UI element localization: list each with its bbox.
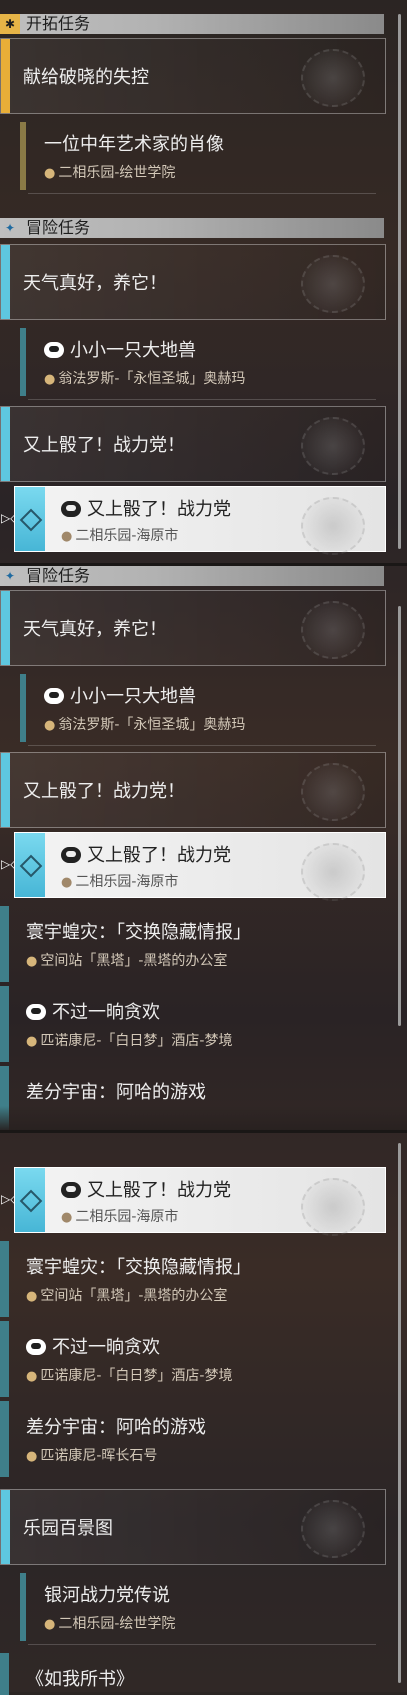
quest-emblem-icon — [301, 255, 365, 313]
trailblaze-icon: ✱ — [0, 14, 20, 34]
location-pin-icon: ● — [61, 1210, 73, 1225]
diamond-icon — [19, 508, 43, 532]
mask-icon — [61, 501, 81, 517]
location-pin-icon: ● — [44, 718, 56, 733]
quest-group-header[interactable]: 天气真好，养它！ — [0, 590, 386, 666]
location-pin-icon: ● — [61, 875, 73, 890]
quest-item[interactable]: 不过一晌贪欢 ● 匹诺康尼-「白日梦」酒店-梦境 — [0, 986, 384, 1062]
quest-group-header[interactable]: 乐园百景图 — [0, 1489, 386, 1565]
quest-emblem-icon — [301, 497, 365, 555]
mask-icon — [61, 847, 81, 863]
location-pin-icon: ● — [44, 372, 56, 387]
mask-icon — [44, 342, 64, 358]
quest-list-panel-1: ✱ 开拓任务 献给破晓的失控 一位中年艺术家的肖像 ● 二相乐园-绘世学院 ✦ 冒… — [0, 0, 407, 560]
location-pin-icon: ● — [26, 1449, 38, 1464]
location-pin-icon: ● — [26, 1289, 38, 1304]
quest-item[interactable]: 不过一晌贪欢 ● 匹诺康尼-「白日梦」酒店-梦境 — [0, 1321, 384, 1397]
scrollbar[interactable] — [398, 14, 401, 549]
quest-group-header[interactable]: 又上骰了！战力党！ — [0, 406, 386, 482]
location-pin-icon: ● — [44, 166, 56, 181]
quest-emblem-icon — [301, 601, 365, 659]
quest-item-selected[interactable]: ▷◇ 又上骰了！战力党 ● 二相乐园-海原市 — [1, 832, 386, 901]
scrollbar[interactable] — [398, 606, 401, 1026]
mask-icon — [26, 1004, 46, 1020]
location-pin-icon: ● — [26, 954, 38, 969]
quest-list-panel-3: ▷◇ 又上骰了！战力党 ● 二相乐园-海原市 寰宇蝗灾：「交换隐藏情报」 ● 空间站… — [0, 1130, 407, 1695]
diamond-icon — [19, 1189, 43, 1213]
quest-item-selected[interactable]: ▷◇ 又上骰了！战力党 ● 二相乐园-海原市 — [1, 1167, 386, 1236]
quest-group-header[interactable]: 天气真好，养它！ — [0, 244, 386, 320]
quest-group-header[interactable]: 又上骰了！战力党！ — [0, 752, 386, 828]
quest-emblem-icon — [301, 763, 365, 821]
quest-list-panel-2: ✦ 冒险任务 天气真好，养它！ 小小一只大地兽 ● 翁法罗斯-「永恒圣城」奥赫玛 … — [0, 563, 407, 1133]
location-pin-icon: ● — [26, 1034, 38, 1049]
mask-icon — [26, 1339, 46, 1355]
quest-color-bar — [1, 39, 10, 113]
adventure-icon: ✦ — [4, 221, 16, 235]
location-pin-icon: ● — [44, 1617, 56, 1632]
quest-item[interactable]: 银河战力党传说 ● 二相乐园-绘世学院 — [0, 1569, 384, 1645]
quest-emblem-icon — [301, 1178, 365, 1236]
quest-item[interactable]: 一位中年艺术家的肖像 ● 二相乐园-绘世学院 — [0, 118, 384, 194]
quest-emblem-icon — [301, 417, 365, 475]
diamond-icon — [19, 854, 43, 878]
mask-icon — [44, 688, 64, 704]
location-pin-icon: ● — [26, 1369, 38, 1384]
section-header-adventure: ✦ 冒险任务 — [0, 218, 384, 238]
quest-item[interactable]: 差分宇宙：阿哈的游戏 ● 匹诺康尼-晖长石号 — [0, 1401, 384, 1477]
quest-emblem-icon — [301, 843, 365, 901]
mask-icon — [61, 1182, 81, 1198]
scrollbar[interactable] — [398, 1143, 401, 1683]
section-header-adventure: ✦ 冒险任务 — [0, 566, 384, 586]
quest-item[interactable]: 寰宇蝗灾：「交换隐藏情报」 ● 空间站「黑塔」-黑塔的办公室 — [0, 1241, 384, 1317]
section-header-trailblaze: ✱ 开拓任务 — [0, 14, 384, 34]
quest-item[interactable]: 寰宇蝗灾：「交换隐藏情报」 ● 空间站「黑塔」-黑塔的办公室 — [0, 906, 384, 982]
quest-group-trailblaze[interactable]: 献给破晓的失控 — [0, 38, 386, 114]
quest-item[interactable]: 《如我所书》 — [0, 1653, 384, 1695]
adventure-icon: ✦ — [4, 569, 16, 583]
quest-item-selected[interactable]: ▷◇ 又上骰了！战力党 ● 二相乐园-海原市 — [1, 486, 386, 555]
quest-emblem-icon — [301, 49, 365, 107]
quest-emblem-icon — [301, 1500, 365, 1558]
location-pin-icon: ● — [61, 529, 73, 544]
quest-item[interactable]: 小小一只大地兽 ● 翁法罗斯-「永恒圣城」奥赫玛 — [0, 670, 384, 746]
quest-item[interactable]: 小小一只大地兽 ● 翁法罗斯-「永恒圣城」奥赫玛 — [0, 324, 384, 400]
